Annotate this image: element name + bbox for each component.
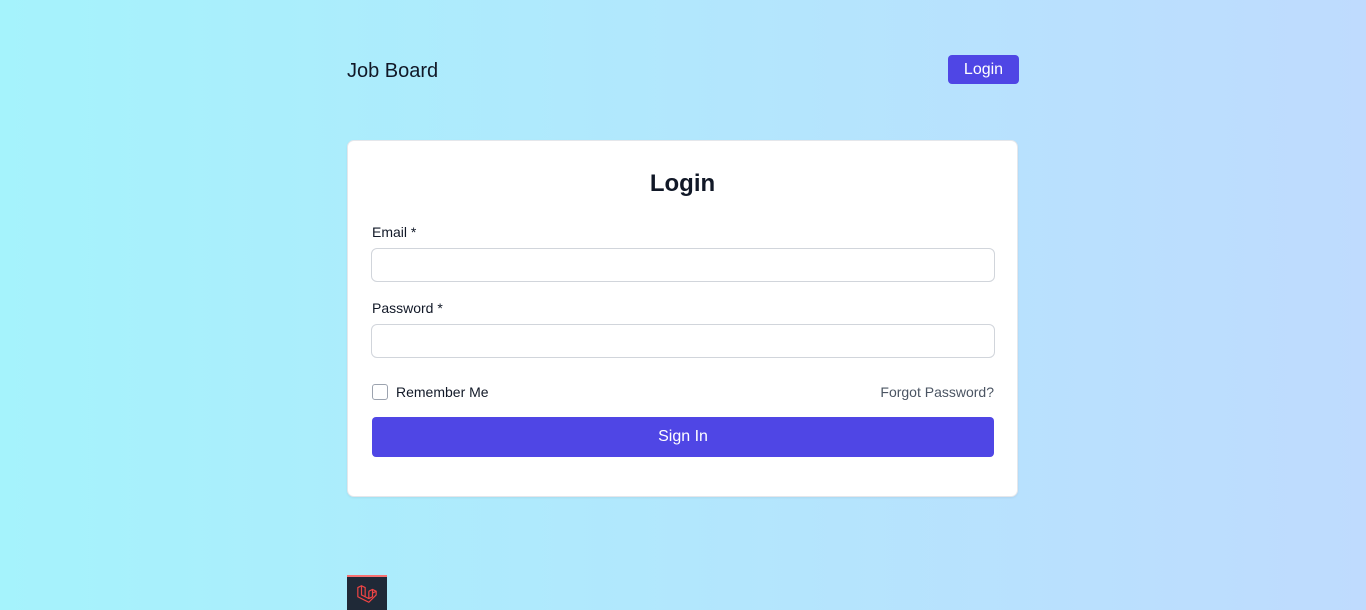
email-field[interactable] [371, 248, 995, 282]
remember-me-label[interactable]: Remember Me [396, 383, 489, 401]
debug-toolbar-toggle[interactable] [347, 575, 387, 610]
remember-me-checkbox[interactable] [372, 384, 388, 400]
remember-me-group: Remember Me [372, 383, 489, 401]
login-card: Login Email * Password * Remember Me For… [347, 140, 1018, 497]
sign-in-button[interactable]: Sign In [372, 417, 994, 457]
password-label: Password * [372, 300, 443, 316]
brand-link[interactable]: Job Board [347, 59, 438, 83]
password-field[interactable] [371, 324, 995, 358]
page-title: Login [649, 170, 716, 197]
email-label: Email * [372, 224, 417, 240]
forgot-password-link[interactable]: Forgot Password? [880, 383, 994, 401]
login-button[interactable]: Login [948, 55, 1019, 84]
laravel-logo-icon [357, 584, 377, 603]
